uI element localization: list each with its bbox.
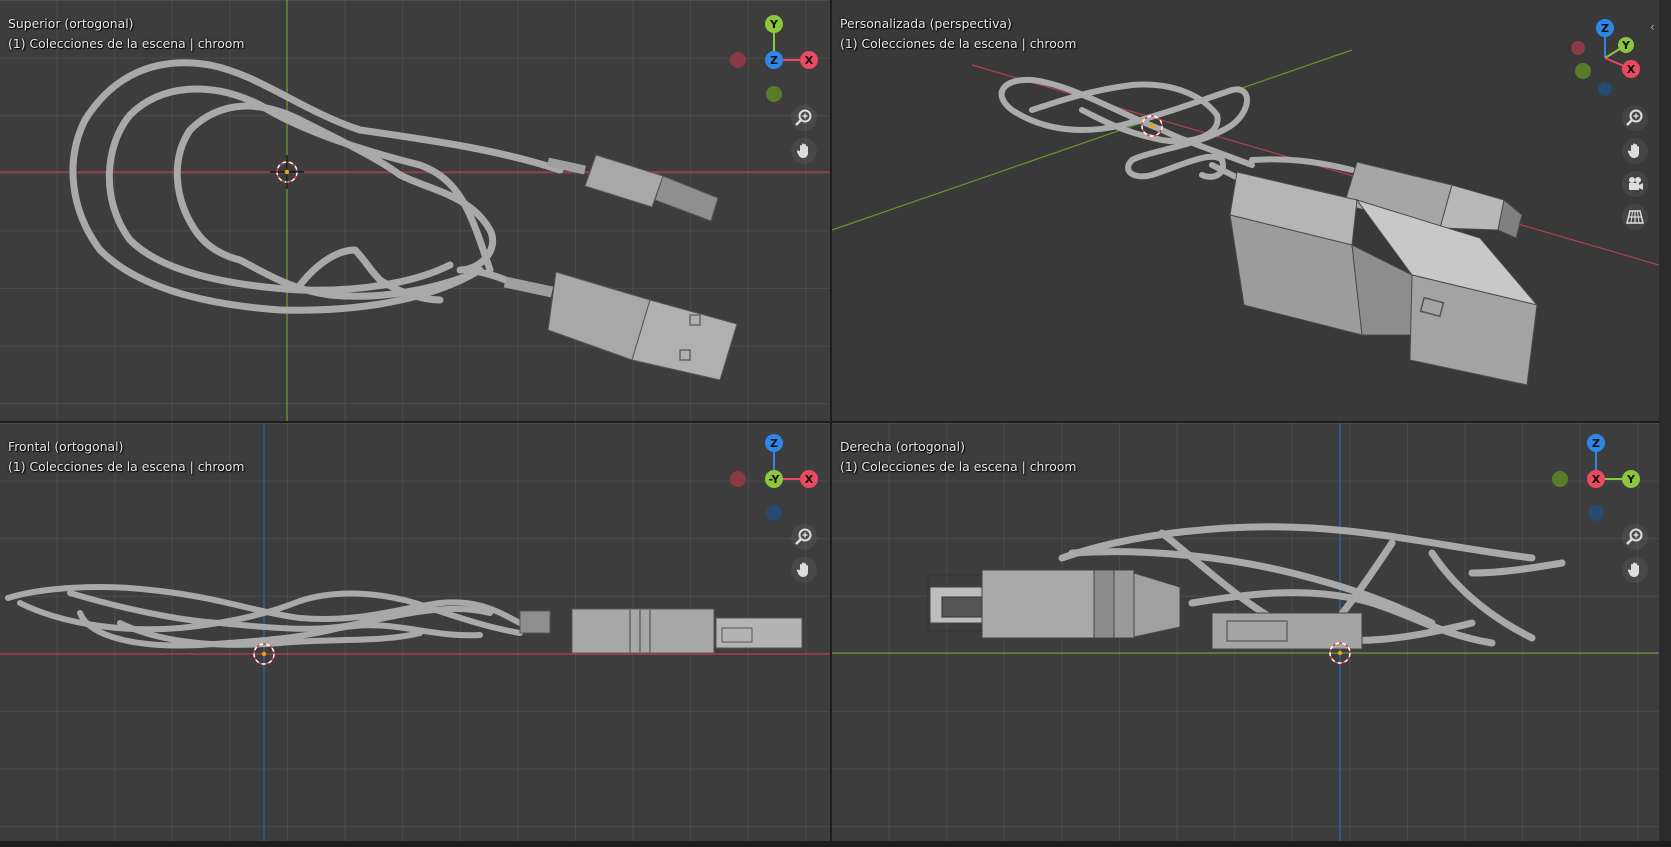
collection-info: (1) Colecciones de la escena | chroom <box>8 36 245 51</box>
zoom-icon[interactable] <box>791 524 817 550</box>
svg-text:Y: Y <box>769 18 779 31</box>
sidebar-toggle-strip[interactable] <box>1659 0 1671 841</box>
micro-usb-connector[interactable] <box>547 154 719 222</box>
grid-icon[interactable] <box>1622 204 1648 230</box>
scene-right <box>832 423 1659 841</box>
zoom-icon[interactable] <box>1622 105 1648 131</box>
svg-text:X: X <box>805 54 814 67</box>
scene-top <box>0 0 830 421</box>
svg-text:X: X <box>1592 473 1601 486</box>
usb-a-connector[interactable] <box>503 271 738 381</box>
view-name: Frontal (ortogonal) <box>8 439 124 454</box>
viewport-info: Personalizada (perspectiva) (1) Coleccio… <box>840 14 1076 54</box>
sidebar-expand-icon[interactable]: ‹ <box>1650 20 1655 34</box>
collection-info: (1) Colecciones de la escena | chroom <box>840 459 1077 474</box>
svg-text:-Y: -Y <box>769 473 781 486</box>
viewport-info: Derecha (ortogonal) (1) Colecciones de l… <box>840 437 1076 477</box>
viewport-front[interactable]: Frontal (ortogonal) (1) Colecciones de l… <box>0 423 830 841</box>
cable-object[interactable] <box>998 76 1355 188</box>
usb-a-connector-side[interactable] <box>927 569 1181 639</box>
svg-text:Z: Z <box>1592 437 1600 450</box>
svg-text:X: X <box>1627 63 1636 76</box>
collection-info: (1) Colecciones de la escena | chroom <box>8 459 245 474</box>
zoom-icon[interactable] <box>791 105 817 131</box>
scene-front <box>0 423 830 841</box>
camera-icon[interactable] <box>1622 171 1648 197</box>
pan-hand-icon[interactable] <box>1622 557 1648 583</box>
navigation-gizmo[interactable]: Z X Y <box>1546 431 1642 527</box>
navigation-gizmo[interactable]: Z -Y X <box>724 431 820 527</box>
viewport-perspective[interactable]: Personalizada (perspectiva) (1) Coleccio… <box>832 0 1659 421</box>
svg-text:Z: Z <box>770 54 778 67</box>
svg-text:Z: Z <box>1601 22 1609 35</box>
zoom-icon[interactable] <box>1622 524 1648 550</box>
pan-hand-icon[interactable] <box>791 557 817 583</box>
bottom-border <box>0 841 1671 847</box>
svg-text:Y: Y <box>1626 473 1636 486</box>
view-name: Superior (ortogonal) <box>8 16 134 31</box>
viewport-top[interactable]: Superior (ortogonal) (1) Colecciones de … <box>0 0 830 421</box>
navigation-gizmo[interactable]: Z Y X <box>1567 12 1647 102</box>
navigation-gizmo[interactable]: Y Z X <box>724 12 820 108</box>
scene-perspective <box>832 49 1659 386</box>
viewport-info: Frontal (ortogonal) (1) Colecciones de l… <box>8 437 244 477</box>
viewport-info: Superior (ortogonal) (1) Colecciones de … <box>8 14 244 54</box>
collection-info: (1) Colecciones de la escena | chroom <box>840 36 1077 51</box>
svg-text:Z: Z <box>770 437 778 450</box>
viewport-right[interactable]: Derecha (ortogonal) (1) Colecciones de l… <box>832 423 1659 841</box>
view-name: Derecha (ortogonal) <box>840 439 965 454</box>
view-name: Personalizada (perspectiva) <box>840 16 1012 31</box>
connector-side[interactable] <box>519 608 803 654</box>
pan-hand-icon[interactable] <box>791 138 817 164</box>
3d-cursor[interactable] <box>270 155 304 189</box>
cable-object[interactable] <box>69 59 564 314</box>
pan-hand-icon[interactable] <box>1622 138 1648 164</box>
svg-text:X: X <box>805 473 814 486</box>
svg-text:Y: Y <box>1621 39 1631 52</box>
